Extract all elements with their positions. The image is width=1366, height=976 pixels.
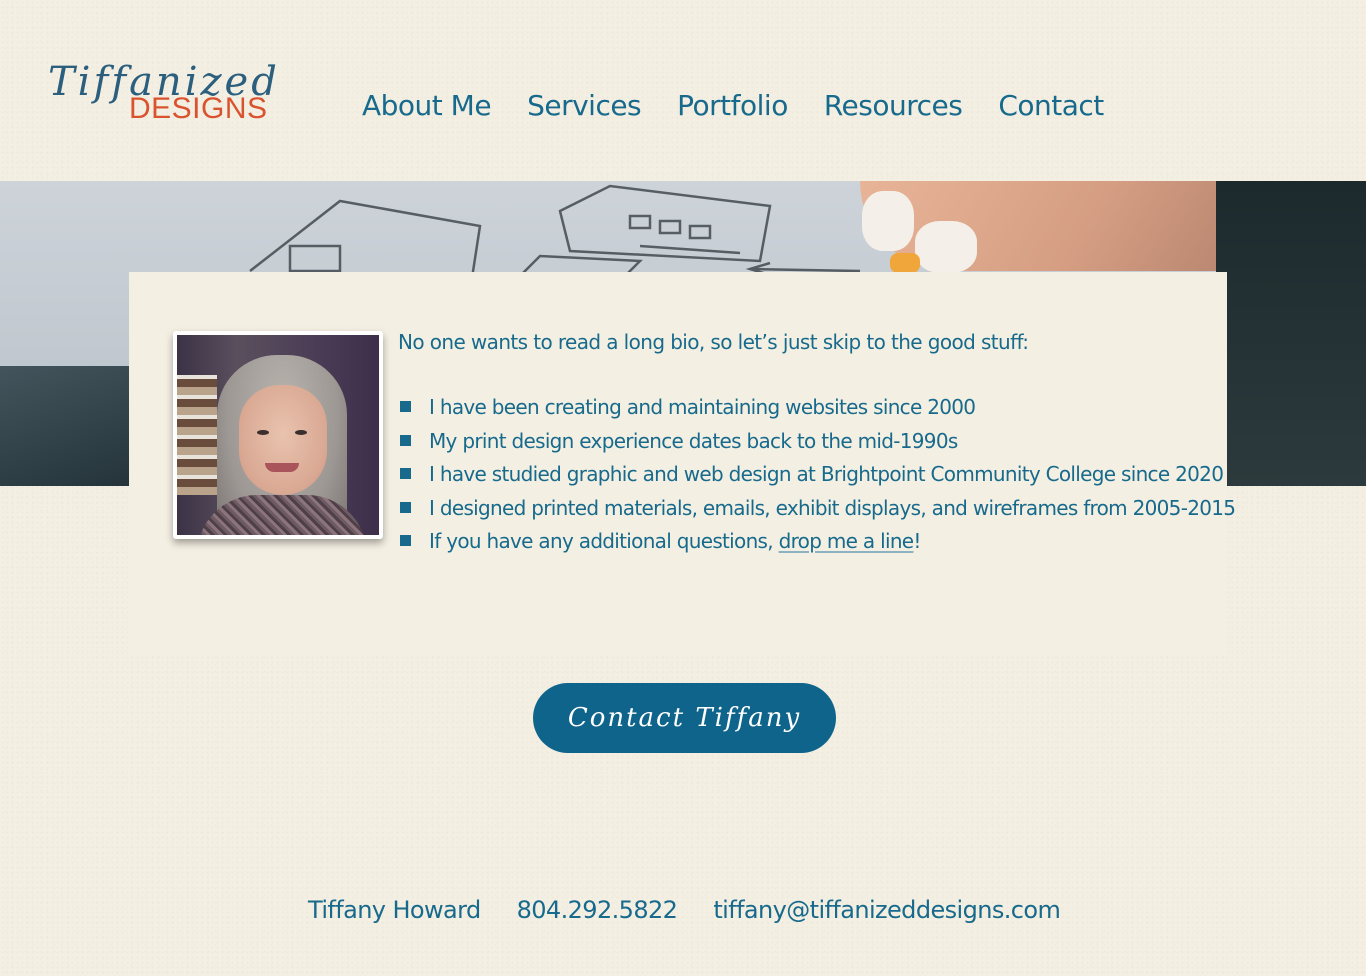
list-item: I have studied graphic and web design at… <box>398 462 1235 496</box>
bullet-text: I designed printed materials, emails, ex… <box>429 495 1236 520</box>
logo-designs-text: DESIGNS <box>129 92 268 125</box>
square-bullet-icon <box>400 468 411 479</box>
nav-item-resources[interactable]: Resources <box>824 89 963 122</box>
list-item: If you have any additional questions, dr… <box>398 529 1235 563</box>
square-bullet-icon <box>400 401 411 412</box>
list-item: I designed printed materials, emails, ex… <box>398 495 1236 530</box>
desk-surface-left <box>0 366 140 486</box>
hand-illustration <box>860 181 1230 273</box>
about-intro-text: No one wants to read a long bio, so let’… <box>398 330 1029 354</box>
footer-name: Tiffany Howard <box>308 896 481 924</box>
nav-item-portfolio[interactable]: Portfolio <box>677 89 788 122</box>
square-bullet-icon <box>400 501 411 513</box>
footer-phone-link[interactable]: 804.292.5822 <box>517 896 678 924</box>
bullet-text: I have been creating and maintaining web… <box>429 395 976 419</box>
footer-contact-info: Tiffany Howard 804.292.5822 tiffany@tiff… <box>308 896 1061 924</box>
profile-photo <box>173 331 383 539</box>
bullet-text: My print design experience dates back to… <box>429 428 958 453</box>
square-bullet-icon <box>400 535 411 546</box>
contact-tiffany-button[interactable]: Contact Tiffany <box>533 683 836 753</box>
list-item: My print design experience dates back to… <box>398 429 1235 463</box>
main-nav: About Me Services Portfolio Resources Co… <box>362 89 1104 122</box>
bullet-text: If you have any additional questions, <box>429 529 779 553</box>
nav-item-about-me[interactable]: About Me <box>362 89 492 122</box>
contact-tiffany-label: Contact Tiffany <box>567 703 802 733</box>
desk-surface-right <box>1216 181 1366 486</box>
about-card: No one wants to read a long bio, so let’… <box>129 272 1236 656</box>
square-bullet-icon <box>400 434 411 446</box>
nav-item-contact[interactable]: Contact <box>998 89 1104 122</box>
drop-me-a-line-link[interactable]: drop me a line <box>779 529 915 553</box>
bullet-text: I have studied graphic and web design at… <box>429 462 1224 486</box>
about-bullet-list: I have been creating and maintaining web… <box>398 395 1236 563</box>
list-item: I have been creating and maintaining web… <box>398 395 1235 429</box>
site-logo[interactable]: Tiffanized DESIGNS <box>48 62 308 132</box>
nav-item-services[interactable]: Services <box>527 89 642 122</box>
bullet-suffix: ! <box>913 529 921 553</box>
footer-email-link[interactable]: tiffany@tiffanizeddesigns.com <box>713 896 1060 924</box>
